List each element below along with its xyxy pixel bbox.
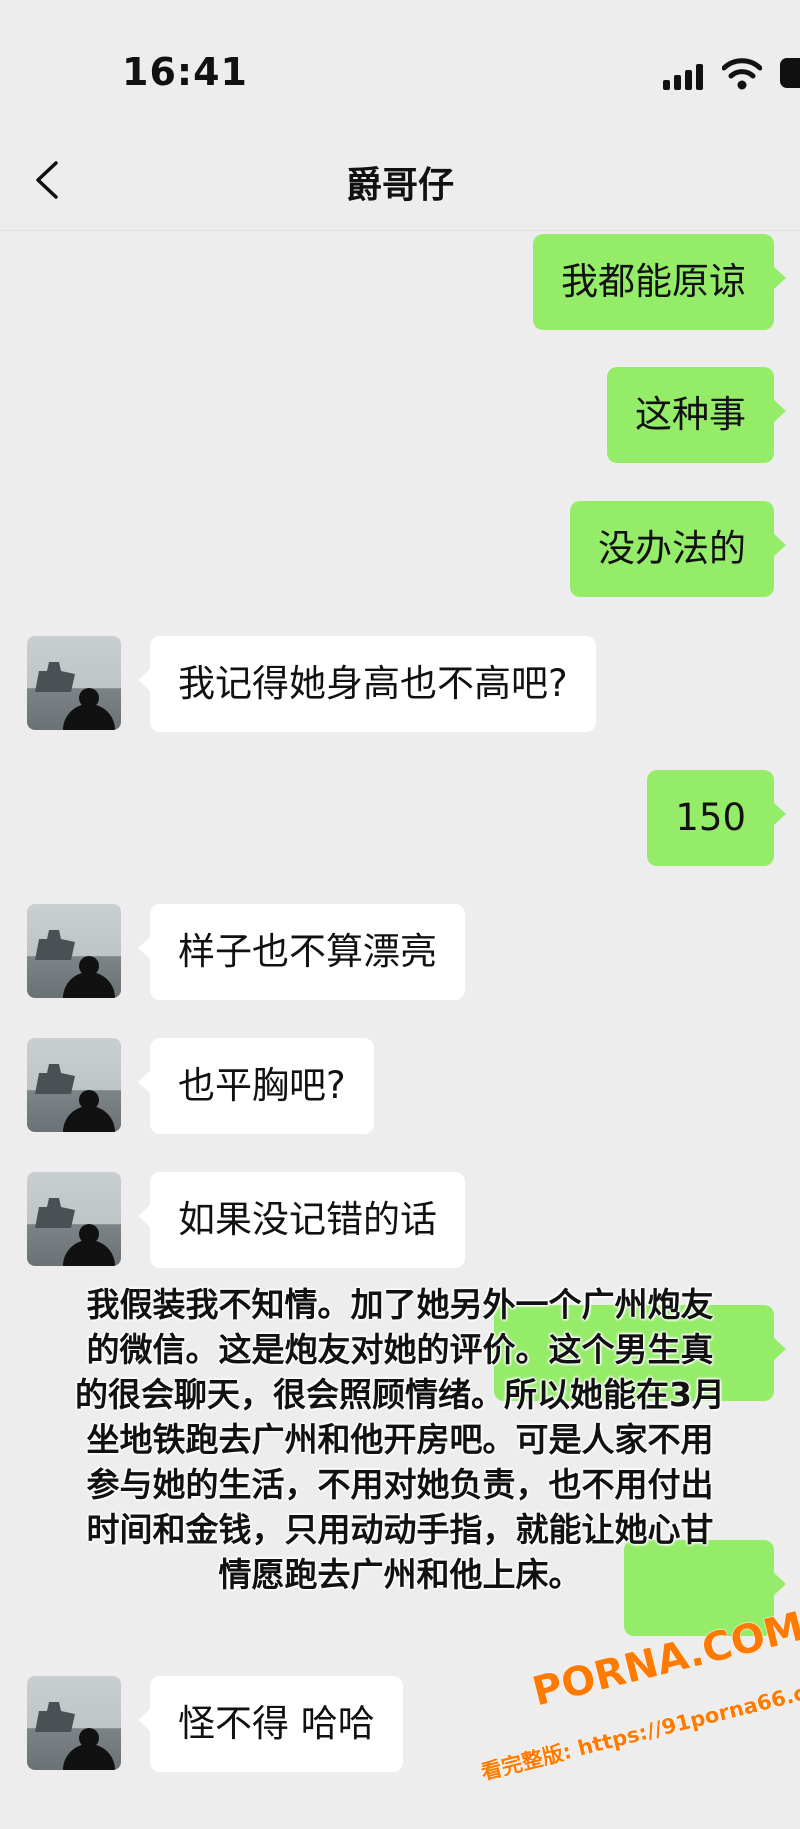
message-bubble-incoming[interactable]: 样子也不算漂亮 (138, 904, 465, 1000)
caption-line: 参与她的生活，不用对她负责，也不用付出 (86, 1465, 714, 1505)
message-bubble-outgoing[interactable]: 没办法的 (570, 501, 786, 597)
contact-avatar[interactable] (27, 1172, 121, 1266)
chat-title: 爵哥仔 (345, 165, 454, 206)
message-bubble-outgoing[interactable]: 我都能原谅 (533, 234, 786, 330)
message-bubble-outgoing[interactable]: 这种事 (607, 367, 786, 463)
contact-avatar[interactable] (27, 636, 121, 730)
caption-line: 情愿跑去广州和他上床。 (218, 1555, 582, 1595)
status-time: 16:41 (122, 50, 248, 94)
watermark: PORNA.COM 看完整版: https://91porna66.com (454, 1585, 800, 1829)
caption-line: 坐地铁跑去广州和他开房吧。可是人家不用 (86, 1420, 714, 1460)
caption-line: 的微信。这是炮友对她的评价。这个男生真 (86, 1330, 714, 1370)
message-bubble-incoming[interactable]: 我记得她身高也不高吧? (138, 636, 596, 732)
caption-line: 时间和金钱，只用动动手指，就能让她心甘 (86, 1510, 714, 1550)
caption-line: 的很会聊天，很会照顾情绪。所以她能在3月 (75, 1375, 726, 1415)
chat-header: 爵哥仔 (0, 130, 800, 231)
contact-avatar[interactable] (27, 1676, 121, 1770)
message-bubble-incoming[interactable]: 如果没记错的话 (138, 1172, 465, 1268)
caption-overlay: 我假装我不知情。加了她另外一个广州炮友 的微信。这是炮友对她的评价。这个男生真 … (62, 1282, 738, 1597)
contact-avatar[interactable] (27, 1038, 121, 1132)
status-bar: 16:41 (0, 0, 800, 130)
caption-line: 我假装我不知情。加了她另外一个广州炮友 (86, 1285, 714, 1325)
message-bubble-incoming[interactable]: 怪不得 哈哈 (138, 1676, 403, 1772)
contact-avatar[interactable] (27, 904, 121, 998)
message-bubble-incoming[interactable]: 也平胸吧? (138, 1038, 374, 1134)
cellular-signal-icon (663, 64, 707, 90)
wifi-icon (722, 58, 762, 90)
message-bubble-outgoing[interactable]: 150 (647, 770, 786, 866)
battery-icon (780, 58, 800, 88)
